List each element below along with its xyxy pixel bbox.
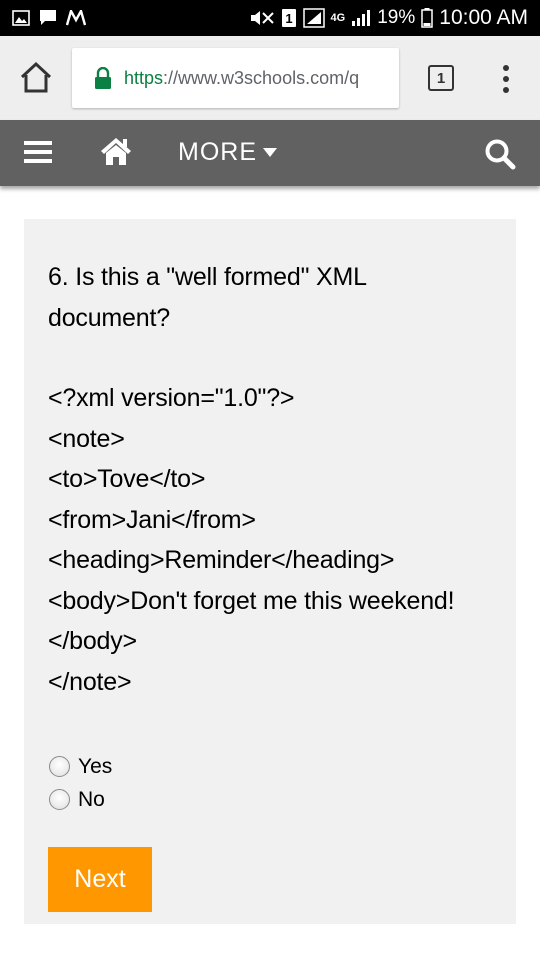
url-rest: ://www.w3schools.com/q	[163, 67, 360, 88]
code-line: <body>Don't forget me this weekend!	[48, 586, 455, 615]
overflow-menu-icon[interactable]	[499, 64, 513, 94]
mute-icon	[250, 11, 274, 25]
answer-options: Yes No	[49, 750, 112, 816]
sim-1-icon: 1	[281, 9, 296, 27]
message-icon	[40, 10, 56, 25]
option-label: No	[78, 787, 105, 811]
system-icons: 1 4G 19% 10:00 AM	[249, 6, 540, 30]
code-line: </note>	[48, 667, 132, 696]
code-line: <heading>Reminder</heading>	[48, 546, 395, 574]
site-nav-bar: MORE	[0, 120, 540, 186]
radio-yes[interactable]	[49, 756, 70, 777]
code-line: <?xml version="1.0"?>	[48, 384, 295, 412]
search-icon[interactable]	[484, 138, 516, 170]
clock: 10:00 AM	[439, 6, 528, 29]
option-no[interactable]: No	[49, 783, 112, 816]
signal-1-icon	[302, 8, 325, 28]
svg-text:1: 1	[285, 11, 292, 26]
notification-icons	[0, 9, 86, 27]
code-line: <from>Jani</from>	[48, 505, 256, 534]
browser-toolbar: https://www.w3schools.com/q 1	[0, 36, 540, 120]
signal-2-icon	[352, 10, 371, 26]
tab-count: 1	[436, 69, 446, 87]
option-label: Yes	[78, 754, 113, 778]
battery-percent: 19%	[377, 7, 416, 28]
option-yes[interactable]: Yes	[49, 750, 112, 783]
question-line-blank	[48, 338, 498, 378]
house-icon[interactable]	[100, 136, 132, 166]
tabs-icon[interactable]: 1	[428, 65, 454, 91]
url-text: https://www.w3schools.com/q	[124, 68, 359, 89]
lock-icon	[95, 67, 111, 89]
image-icon	[12, 10, 30, 26]
hamburger-icon[interactable]	[24, 138, 52, 166]
question-line: document?	[48, 303, 170, 332]
home-icon[interactable]	[18, 60, 54, 96]
caret-down-icon	[263, 148, 277, 157]
more-menu-button[interactable]: MORE	[178, 138, 277, 167]
code-line: </body>	[48, 627, 137, 655]
code-line: <to>Tove</to>	[48, 465, 206, 493]
address-bar[interactable]: https://www.w3schools.com/q	[72, 48, 399, 108]
next-button[interactable]: Next	[48, 847, 152, 912]
m-app-icon	[66, 10, 86, 26]
question-line: 6. Is this a "well formed" XML	[48, 263, 367, 291]
code-line: <note>	[48, 424, 125, 453]
url-scheme: https	[124, 67, 164, 88]
more-label: MORE	[178, 138, 257, 166]
status-bar: 1 4G 19% 10:00 AM	[0, 0, 540, 36]
battery-icon	[421, 8, 434, 28]
radio-no[interactable]	[49, 789, 70, 810]
network-type: 4G	[330, 12, 346, 24]
quiz-question-card: 6. Is this a "well formed" XML document?…	[24, 219, 516, 924]
question-text: 6. Is this a "well formed" XML document?…	[48, 257, 498, 702]
